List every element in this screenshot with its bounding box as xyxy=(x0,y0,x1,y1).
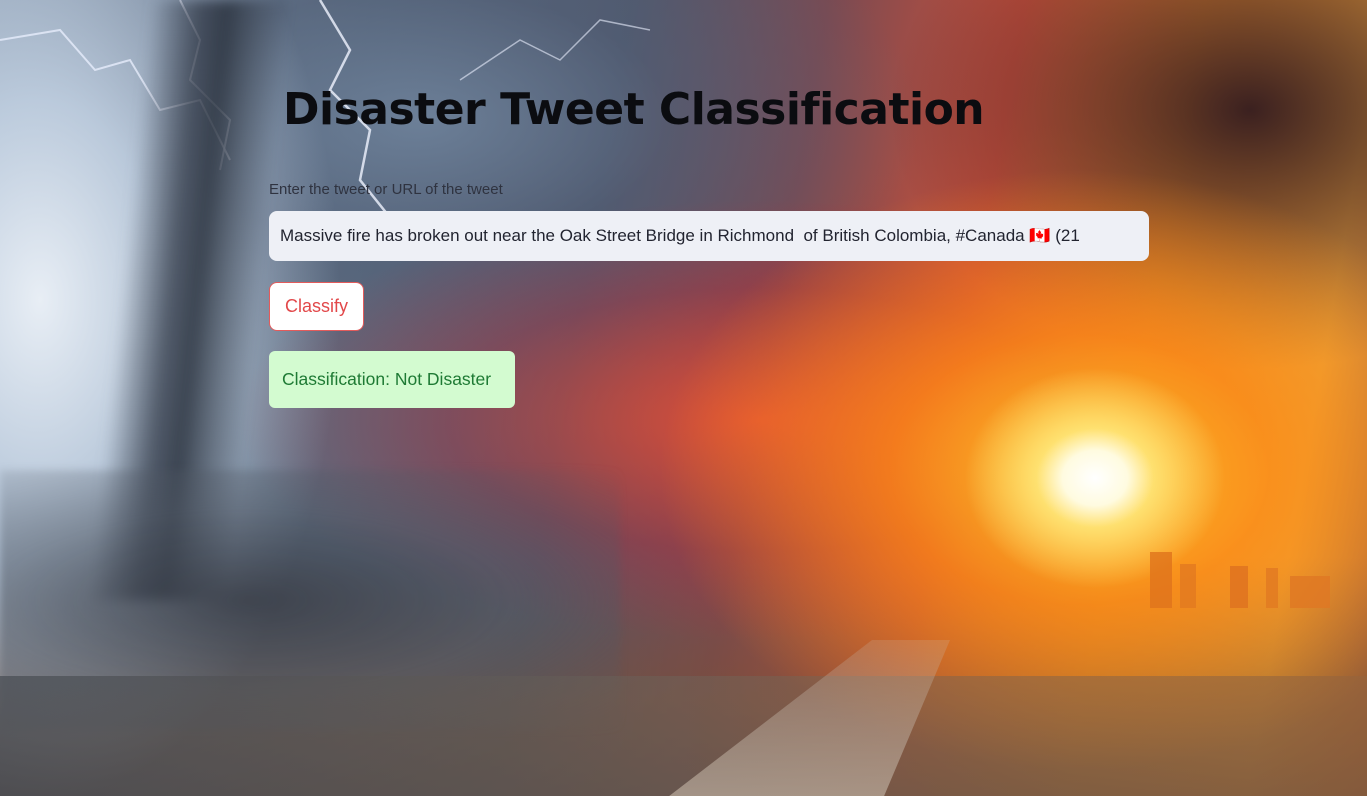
city-skyline-decoration xyxy=(1120,548,1360,608)
tweet-input[interactable] xyxy=(269,211,1149,261)
classification-result: Classification: Not Disaster xyxy=(269,351,515,408)
app-root: Disaster Tweet Classification Enter the … xyxy=(0,0,1367,796)
classify-button[interactable]: Classify xyxy=(269,282,364,331)
tweet-input-label: Enter the tweet or URL of the tweet xyxy=(269,181,503,198)
lightning-decoration xyxy=(0,0,651,231)
ground-decoration xyxy=(0,676,1367,796)
page-title: Disaster Tweet Classification xyxy=(283,84,985,135)
